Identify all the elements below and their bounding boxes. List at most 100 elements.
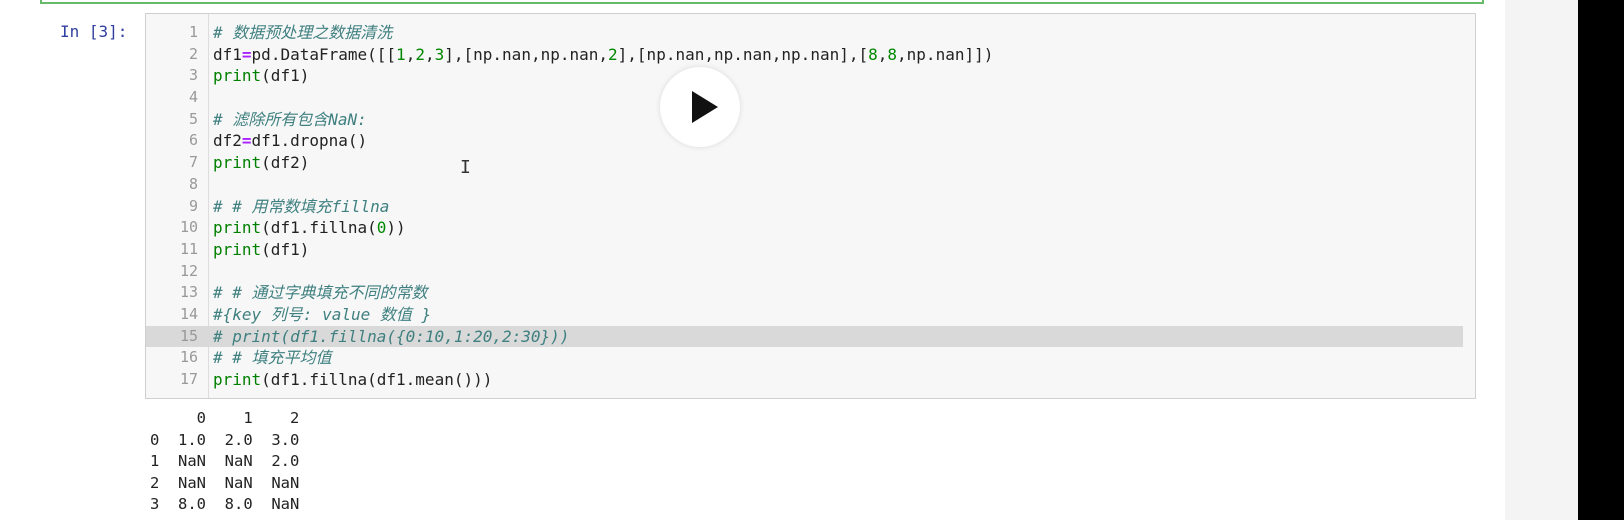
scrollbar-track[interactable] bbox=[1505, 0, 1578, 520]
code-text: print(df1.fillna(df1.mean())) bbox=[213, 369, 492, 391]
line-number: 6 bbox=[188, 131, 198, 150]
code-token: # print(df1.fillna({0:10,1:20,2:30})) bbox=[213, 326, 570, 346]
code-token: print bbox=[213, 218, 262, 238]
code-token: 0 bbox=[376, 218, 387, 238]
code-line[interactable]: 7 print(df2) bbox=[146, 152, 1475, 174]
code-token: (df1.fillna( bbox=[261, 218, 377, 238]
play-icon bbox=[692, 91, 718, 123]
code-line[interactable]: 15 # print(df1.fillna({0:10,1:20,2:30})) bbox=[146, 325, 1463, 348]
code-line[interactable]: 2 df1=pd.DataFrame([[1,2,3],[np.nan,np.na… bbox=[146, 44, 1475, 66]
code-line[interactable]: 14 #{key 列号: value 数值 } bbox=[146, 304, 1475, 326]
code-text: print(df1) bbox=[213, 239, 309, 261]
code-line[interactable]: 17 print(df1.fillna(df1.mean())) bbox=[146, 369, 1475, 391]
code-token: ],[np.nan,np.nan,np.nan],[ bbox=[617, 44, 869, 64]
line-number: 7 bbox=[188, 153, 198, 172]
code-text: print(df1.fillna(0)) bbox=[213, 217, 406, 239]
code-text: df2=df1.dropna() bbox=[213, 130, 367, 152]
code-token: print bbox=[213, 239, 262, 259]
code-line[interactable]: 9 # # 用常数填充fillna bbox=[146, 196, 1475, 218]
line-number: 15 bbox=[179, 326, 198, 345]
code-token: df2 bbox=[213, 131, 242, 151]
code-line[interactable]: 8 bbox=[146, 174, 1475, 196]
output-row: 3 8.0 8.0 NaN bbox=[150, 495, 300, 514]
code-text: # 滤除所有包含NaN: bbox=[213, 109, 367, 131]
code-token: print bbox=[213, 153, 262, 173]
code-token: df1 bbox=[213, 44, 242, 64]
previous-cell-border bbox=[40, 0, 1484, 4]
code-token: print bbox=[213, 66, 262, 86]
code-text: df1=pd.DataFrame([[1,2,3],[np.nan,np.nan… bbox=[213, 44, 993, 66]
code-token: (df1) bbox=[261, 239, 310, 259]
code-token: # 数据预处理之数据清洗 bbox=[213, 23, 393, 42]
code-token: #{key 列号: value 数值 } bbox=[213, 304, 432, 324]
cell-prompt: In [3]: bbox=[60, 22, 128, 41]
line-number: 13 bbox=[179, 283, 198, 302]
code-text: # # 通过字典填充不同的常数 bbox=[213, 282, 428, 304]
line-number: 14 bbox=[179, 304, 198, 323]
code-text: # # 用常数填充fillna bbox=[213, 196, 389, 218]
code-text: print(df2) bbox=[213, 152, 309, 174]
line-number: 17 bbox=[179, 370, 198, 388]
code-lines: 1 # 数据预处理之数据清洗 2 df1=pd.DataFrame([[1,2,3],… bbox=[146, 22, 1475, 391]
code-token: # # 通过字典填充不同的常数 bbox=[213, 283, 428, 303]
code-token: ],[np.nan,np.nan, bbox=[444, 44, 609, 64]
line-number: 10 bbox=[179, 218, 198, 237]
code-line[interactable]: 11 print(df1) bbox=[146, 239, 1475, 261]
line-number: 5 bbox=[188, 109, 198, 128]
code-token: 3 bbox=[434, 44, 445, 64]
code-token: ,np.nan]]) bbox=[897, 44, 994, 64]
line-number: 1 bbox=[188, 23, 198, 41]
line-number: 9 bbox=[188, 196, 198, 215]
code-token: 2 bbox=[608, 44, 618, 64]
code-token: , bbox=[877, 44, 888, 64]
code-token: = bbox=[241, 131, 252, 151]
output-row: 2 NaN NaN NaN bbox=[150, 473, 300, 492]
code-token: (df1.fillna(df1.mean())) bbox=[261, 370, 493, 389]
code-text: # print(df1.fillna({0:10,1:20,2:30})) bbox=[213, 326, 569, 348]
code-line[interactable]: 1 # 数据预处理之数据清洗 bbox=[146, 22, 1475, 44]
code-text: #{key 列号: value 数值 } bbox=[213, 304, 431, 326]
code-token: , bbox=[405, 44, 416, 64]
play-button[interactable] bbox=[660, 67, 740, 147]
code-line[interactable]: 4 bbox=[146, 87, 1475, 109]
code-token: = bbox=[241, 44, 252, 64]
code-token: 2 bbox=[415, 44, 425, 64]
line-number: 4 bbox=[188, 88, 198, 107]
code-token: pd.DataFrame([[ bbox=[251, 44, 397, 64]
code-token: (df2) bbox=[261, 153, 310, 173]
code-line[interactable]: 16 # # 填充平均值 bbox=[146, 347, 1475, 369]
line-number: 16 bbox=[179, 348, 198, 367]
cell-output: 0 1 2 0 1.0 2.0 3.0 1 NaN NaN 2.0 2 NaN NaN… bbox=[150, 408, 299, 516]
code-token: 8 bbox=[868, 44, 878, 64]
code-token: 1 bbox=[396, 44, 406, 64]
code-line[interactable]: 13 # # 通过字典填充不同的常数 bbox=[146, 282, 1475, 304]
code-line[interactable]: 10 print(df1.fillna(0)) bbox=[146, 217, 1475, 239]
code-token: 8 bbox=[887, 44, 898, 64]
output-row: 0 1.0 2.0 3.0 bbox=[150, 430, 300, 449]
code-token: # # 用常数填充fillna bbox=[213, 196, 390, 216]
code-line[interactable]: 3 print(df1) bbox=[146, 65, 1475, 87]
code-token: )) bbox=[386, 218, 406, 238]
code-token: , bbox=[424, 44, 435, 64]
line-number: 12 bbox=[179, 261, 198, 280]
code-text: print(df1) bbox=[213, 65, 309, 87]
output-row: 1 NaN NaN 2.0 bbox=[150, 452, 300, 471]
code-token: # 滤除所有包含NaN: bbox=[213, 109, 367, 129]
code-text: # 数据预处理之数据清洗 bbox=[213, 22, 392, 44]
code-token: df1.dropna() bbox=[251, 131, 368, 151]
window-edge bbox=[1578, 0, 1624, 520]
code-token: print bbox=[213, 370, 262, 389]
line-number: 2 bbox=[188, 44, 198, 63]
line-number: 8 bbox=[188, 174, 198, 193]
code-line[interactable]: 5 # 滤除所有包含NaN: bbox=[146, 109, 1475, 131]
code-token: # # 填充平均值 bbox=[213, 348, 332, 368]
text-cursor-icon: I bbox=[460, 157, 471, 178]
code-line[interactable]: 6 df2=df1.dropna() bbox=[146, 130, 1475, 152]
code-token: (df1) bbox=[261, 66, 310, 86]
code-line[interactable]: 12 bbox=[146, 261, 1475, 283]
line-number: 3 bbox=[188, 66, 198, 85]
line-number: 11 bbox=[179, 239, 198, 258]
output-row: 0 1 2 bbox=[150, 409, 300, 427]
code-text: # # 填充平均值 bbox=[213, 347, 332, 369]
code-cell-editor[interactable]: 1 # 数据预处理之数据清洗 2 df1=pd.DataFrame([[1,2,3],… bbox=[145, 13, 1476, 399]
